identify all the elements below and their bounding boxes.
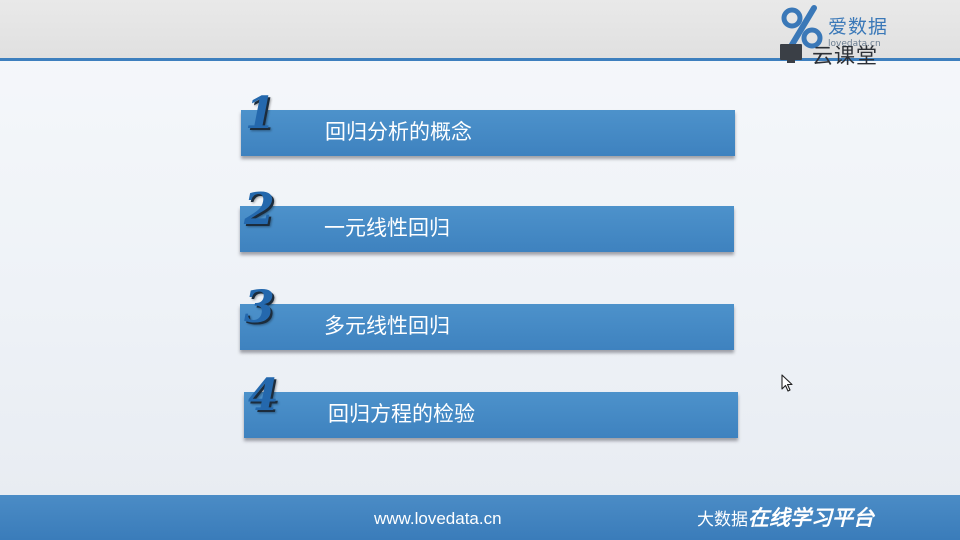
monitor-icon	[780, 44, 802, 63]
agenda-label: 回归方程的检验	[328, 402, 475, 426]
footer-tagline: 大数据在线学习平台	[697, 506, 874, 531]
agenda-label: 一元线性回归	[324, 216, 450, 240]
agenda-bar	[244, 392, 738, 438]
footer-tag-lead: 大数据	[697, 510, 748, 530]
agenda-item-3: 3 多元线性回归	[240, 286, 734, 350]
agenda-label: 多元线性回归	[324, 314, 450, 338]
agenda-number: 1	[245, 88, 276, 139]
agenda-item-4: 4 回归方程的检验	[244, 374, 738, 438]
slide: 爱数据 lovedata.cn 云课堂 1 回归分析的概念 2 一元线性回归 3…	[0, 0, 960, 540]
agenda-number: 2	[244, 184, 275, 235]
agenda-item-1: 1 回归分析的概念	[241, 92, 735, 156]
agenda-bar	[240, 304, 734, 350]
brand-logo: 爱数据 lovedata.cn 云课堂	[778, 4, 908, 68]
agenda-item-2: 2 一元线性回归	[240, 188, 734, 252]
logo-brand-top: 爱数据	[828, 16, 889, 38]
footer-band: www.lovedata.cn 大数据在线学习平台	[0, 495, 960, 540]
footer-url-link[interactable]: www.lovedata.cn	[374, 509, 502, 529]
mouse-pointer-icon	[781, 374, 793, 392]
footer-tag-emphasis: 在线学习平台	[748, 506, 874, 530]
agenda-bar	[240, 206, 734, 252]
agenda-bar	[241, 110, 735, 156]
agenda-number: 4	[248, 370, 279, 421]
agenda-number: 3	[244, 282, 275, 333]
logo-brand-bottom: 云课堂	[812, 44, 878, 68]
agenda-label: 回归分析的概念	[325, 120, 472, 144]
